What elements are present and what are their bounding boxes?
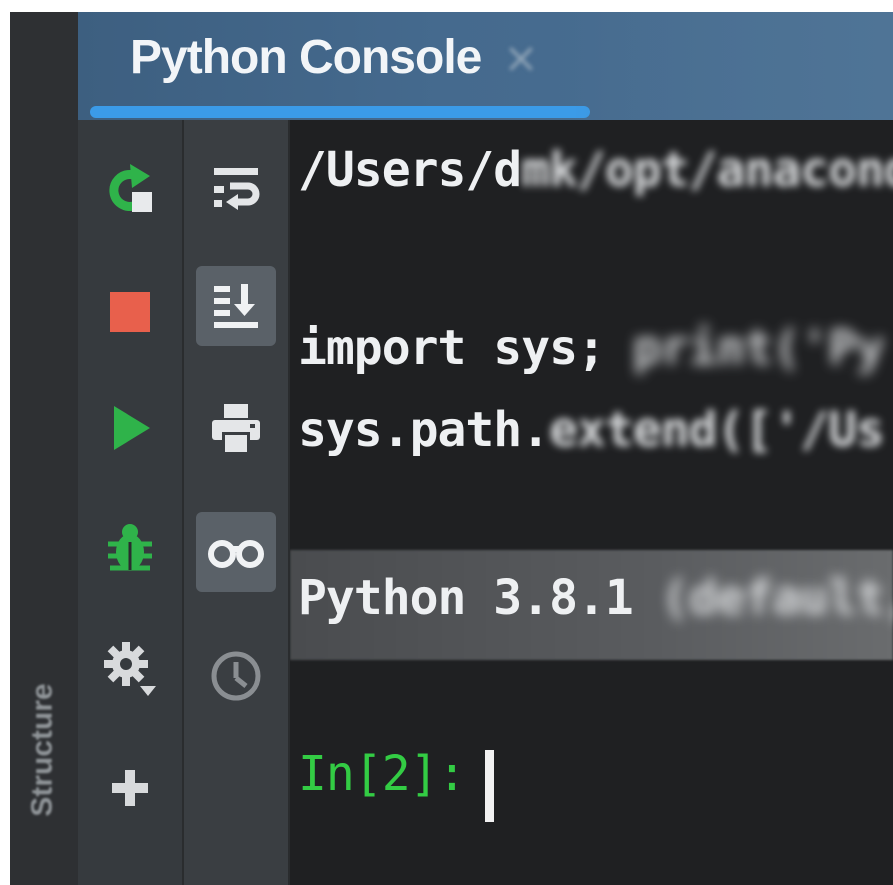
console-line-import: import sys; print('Py (298, 320, 885, 376)
structure-tool-tab[interactable]: Structure (18, 625, 68, 875)
add-icon (112, 770, 148, 806)
console-action-toolbar (78, 120, 184, 885)
stop-icon (110, 292, 150, 332)
run-button[interactable] (90, 388, 170, 468)
settings-button[interactable] (90, 628, 170, 708)
path-text: /Users/d (298, 142, 522, 198)
console-line-version: Python 3.8.1 (default, (298, 570, 893, 626)
version-text-blurred: (default, (632, 570, 893, 626)
path-text-blurred: mk/opt/anaconda (521, 142, 893, 198)
pycharm-console-window: Structure Python Console × /Users/dmk/op… (10, 12, 893, 885)
tab-bar-background (573, 12, 893, 120)
syspath-text: sys.path. (298, 402, 550, 458)
run-icon (114, 406, 150, 450)
soft-wrap-icon (214, 168, 260, 210)
active-tab-indicator (90, 106, 590, 118)
tab-title: Python Console (130, 30, 482, 84)
console-view-toolbar (184, 120, 290, 885)
import-text: import sys; (298, 320, 633, 376)
structure-tool-label: Structure (26, 683, 60, 817)
rerun-icon (109, 164, 152, 212)
version-text: Python 3.8.1 (298, 570, 634, 626)
console-prompt: In[2]: (298, 746, 466, 802)
history-clock-icon (211, 651, 261, 701)
scroll-to-end-button[interactable] (196, 266, 276, 346)
add-button[interactable] (90, 748, 170, 828)
tab-bar: Python Console × (78, 12, 893, 120)
tab-python-console[interactable]: Python Console × (90, 12, 539, 120)
scroll-to-end-icon (214, 284, 258, 328)
stop-button[interactable] (90, 272, 170, 352)
settings-gear-icon (104, 642, 156, 696)
console-line-syspath: sys.path.extend(['/Us (298, 402, 885, 458)
syspath-text-blurred: extend(['/Us (549, 402, 885, 458)
console-output[interactable]: /Users/dmk/opt/anaconda import sys; prin… (290, 120, 893, 885)
close-icon[interactable]: × (503, 33, 538, 82)
history-button[interactable] (196, 636, 276, 716)
show-variables-icon (208, 540, 264, 568)
rerun-button[interactable] (90, 148, 170, 228)
debug-button[interactable] (90, 508, 170, 588)
text-cursor (485, 750, 494, 822)
side-panel-strip: Structure (10, 12, 78, 885)
print-button[interactable] (196, 388, 276, 468)
print-icon (212, 404, 260, 452)
import-text-blurred: print('Py (632, 320, 885, 376)
debug-icon (108, 524, 152, 571)
soft-wrap-button[interactable] (196, 148, 276, 228)
show-variables-button[interactable] (196, 512, 276, 592)
console-line-path: /Users/dmk/opt/anaconda (298, 142, 893, 198)
